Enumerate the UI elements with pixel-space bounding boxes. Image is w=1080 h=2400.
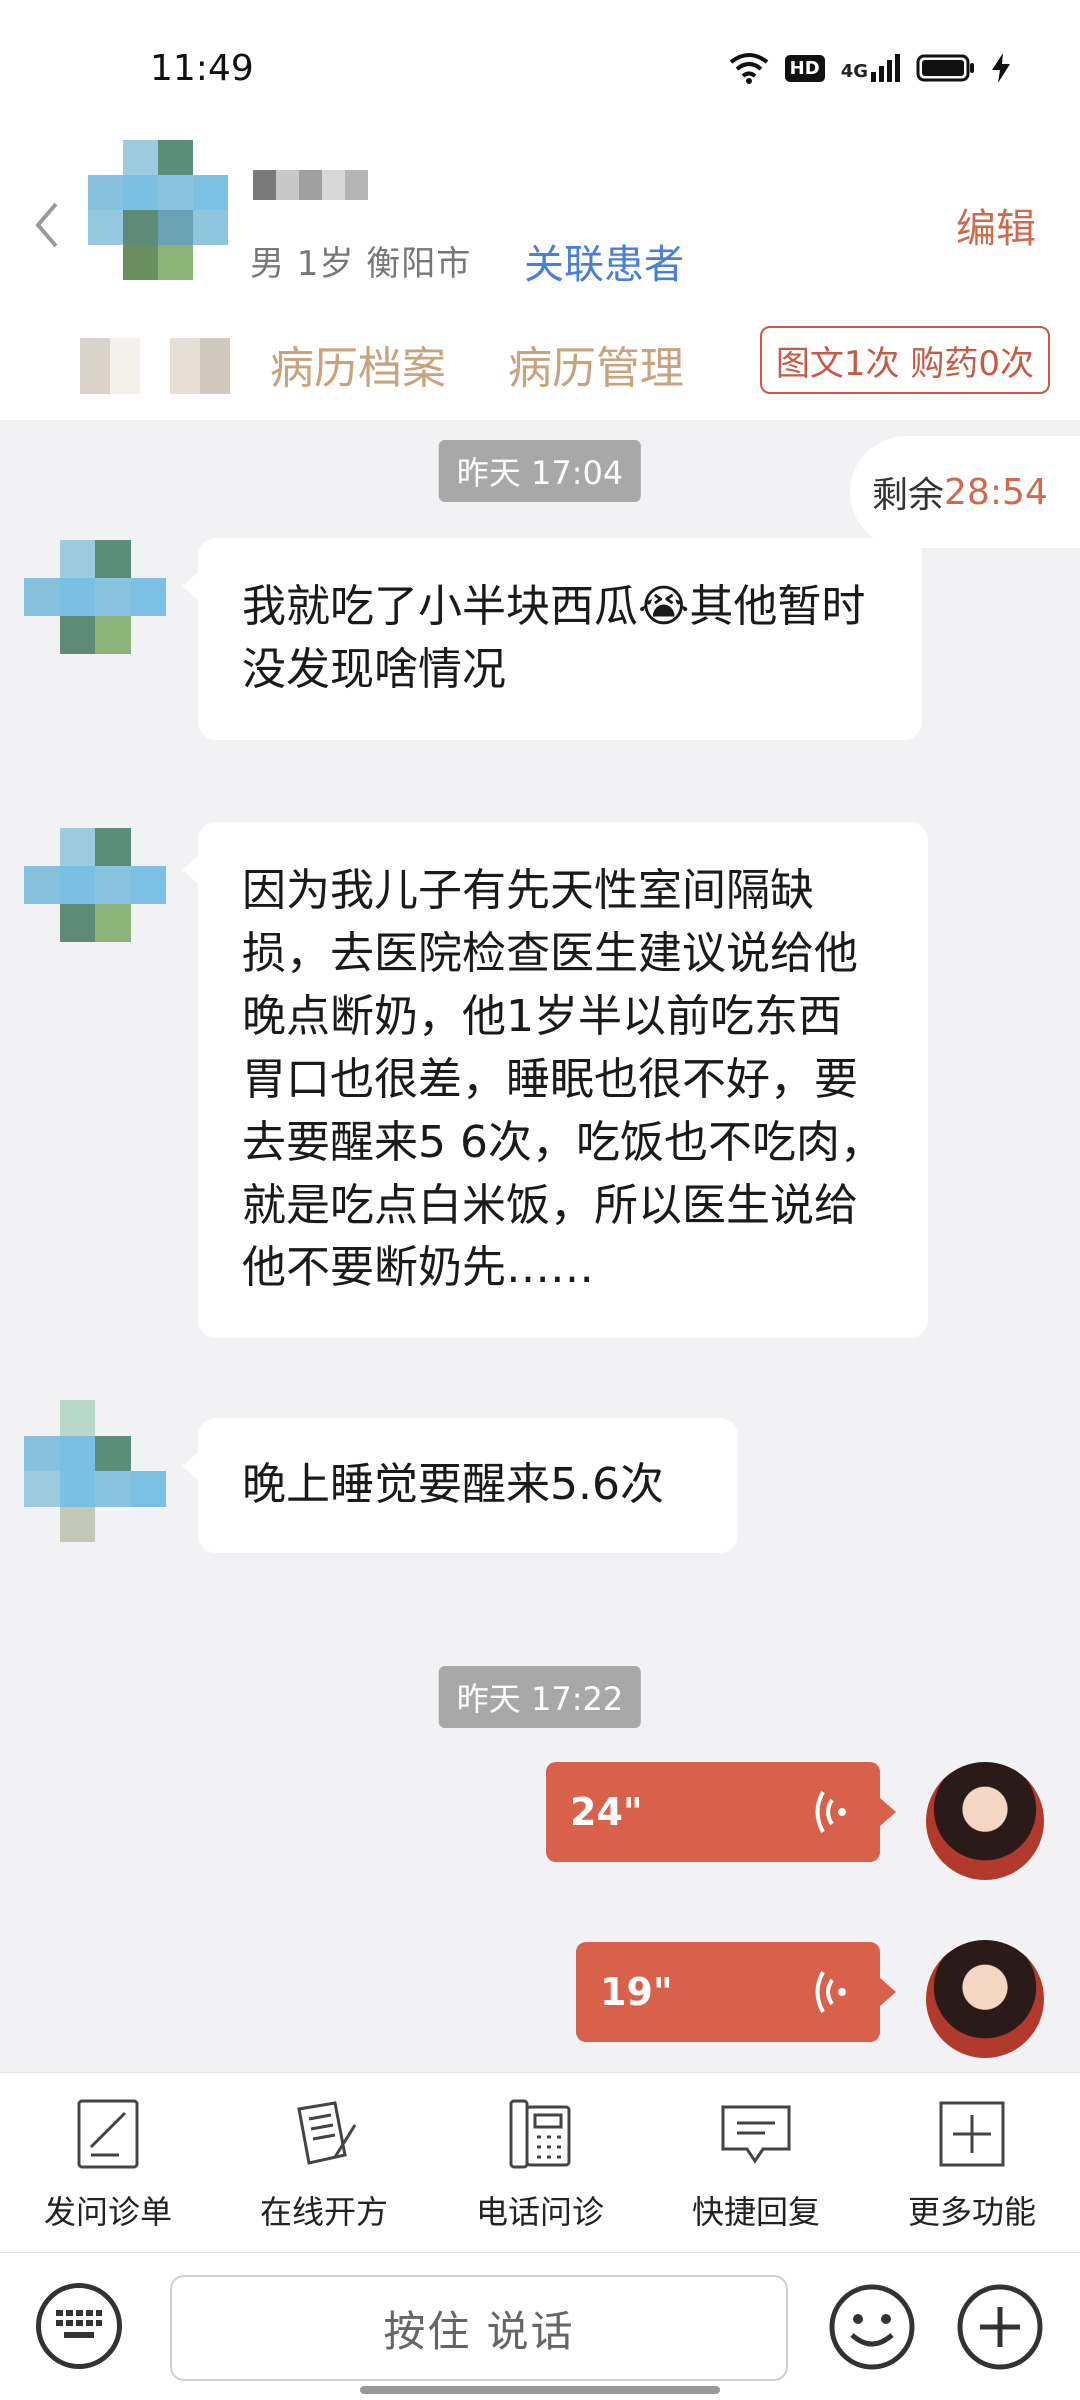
message-bubble[interactable]: 因为我儿子有先天性室间隔缺损，去医院检查医生建议说给他晚点断奶，他1岁半以前吃东… (182, 822, 928, 1339)
send-questionnaire-button[interactable]: 发问诊单 (0, 2073, 216, 2252)
patient-avatar[interactable] (88, 140, 228, 280)
remaining-time: 剩余 28:54 (850, 436, 1080, 548)
phone-consult-button[interactable]: 电话问诊 (432, 2073, 648, 2252)
patient-info: 男 1岁 衡阳市 (250, 244, 472, 284)
patient-message-avatar[interactable] (24, 540, 166, 654)
status-icons: HD 4G (729, 52, 1010, 84)
keyboard-icon (56, 2310, 102, 2338)
link-patient-button[interactable]: 关联患者 (524, 232, 684, 290)
more-icon (939, 2101, 1005, 2167)
chat-timestamp: 昨天 17:04 (438, 440, 642, 502)
back-icon[interactable] (32, 200, 62, 250)
patient-name-blurred (253, 170, 368, 200)
voice-duration: 19" (600, 1970, 673, 2014)
voice-duration: 24" (570, 1790, 643, 1834)
voice-message[interactable]: 24" (546, 1762, 896, 1862)
wifi-icon (729, 53, 768, 84)
emoji-icon[interactable] (828, 2283, 916, 2371)
tab-medical-records[interactable]: 病历档案 (270, 332, 446, 396)
function-toolbar: 发问诊单 在线开方 电话问诊 快捷回复 更多功能 (0, 2072, 1080, 2252)
input-bar: 按住 说话 (0, 2252, 1080, 2400)
more-functions-button[interactable]: 更多功能 (864, 2073, 1080, 2252)
toolbar-label: 电话问诊 (475, 2193, 604, 2231)
header-tabs: 病历档案 病历管理 图文1次 购药0次 (0, 326, 1080, 410)
chat-timestamp: 昨天 17:22 (438, 1666, 642, 1728)
plus-icon[interactable] (956, 2283, 1044, 2371)
doctor-avatar[interactable] (926, 1762, 1044, 1880)
signal-icon: 4G (841, 54, 900, 82)
toolbar-label: 快捷回复 (691, 2193, 820, 2231)
voice-message[interactable]: 19" (576, 1942, 896, 2042)
patient-message-avatar[interactable] (24, 828, 166, 942)
toolbar-label: 更多功能 (907, 2193, 1036, 2231)
consult-count-badge: 图文1次 购药0次 (759, 326, 1050, 394)
battery-icon (916, 54, 974, 82)
toolbar-label: 在线开方 (259, 2193, 388, 2231)
phone-icon (509, 2099, 571, 2169)
quick-reply-button[interactable]: 快捷回复 (648, 2073, 864, 2252)
remaining-label: 剩余 (872, 475, 945, 516)
message-bubble[interactable]: 晚上睡觉要醒来5.6次 (182, 1418, 738, 1553)
voice-wave-icon (815, 1971, 846, 2013)
online-prescription-button[interactable]: 在线开方 (216, 2073, 432, 2252)
remaining-countdown: 28:54 (944, 471, 1048, 513)
tab-blurred[interactable] (80, 338, 230, 394)
prescription-icon (297, 2101, 357, 2165)
hd-icon: HD (784, 54, 825, 82)
patient-message-avatar[interactable] (24, 1400, 166, 1542)
keyboard-toggle-button[interactable] (36, 2283, 122, 2369)
charging-icon (992, 53, 1010, 83)
tab-record-management[interactable]: 病历管理 (508, 332, 684, 396)
quick-reply-icon (721, 2105, 791, 2164)
edit-button[interactable]: 编辑 (956, 196, 1036, 254)
status-time: 11:49 (150, 48, 254, 89)
doctor-avatar[interactable] (926, 1940, 1044, 2058)
status-bar: 11:49 HD 4G (0, 0, 1080, 140)
hold-to-talk-button[interactable]: 按住 说话 (170, 2275, 788, 2381)
message-bubble[interactable]: 我就吃了小半块西瓜😭其他暂时没发现啥情况 (182, 538, 922, 740)
questionnaire-icon (77, 2099, 139, 2169)
home-indicator[interactable] (360, 2386, 720, 2394)
voice-wave-icon (815, 1791, 846, 1833)
toolbar-label: 发问诊单 (43, 2193, 172, 2231)
